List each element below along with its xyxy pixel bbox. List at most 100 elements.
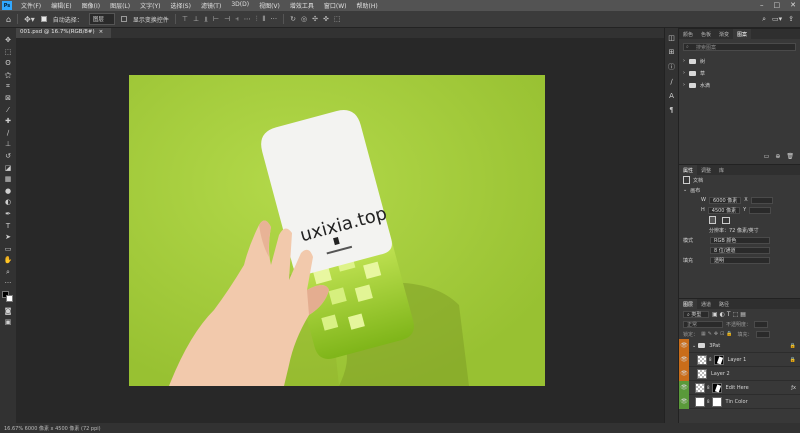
menu-item[interactable]: 增效工具: [285, 1, 319, 10]
distribute-icon[interactable]: ⫶: [256, 15, 258, 24]
tab-adjustments[interactable]: 调整: [697, 165, 715, 175]
layer-row[interactable]: 👁 8 Tin Color: [679, 394, 800, 409]
layer-row[interactable]: 👁 8 Edit Here ƒx: [679, 380, 800, 395]
mode-select[interactable]: RGB 颜色: [710, 236, 770, 244]
menu-item[interactable]: 文件(F): [16, 1, 46, 10]
screen-mode-icon[interactable]: ▣: [5, 318, 12, 326]
dodge-tool-icon[interactable]: ◐: [5, 198, 11, 206]
blend-mode-select[interactable]: 正常: [683, 320, 723, 328]
align-center-icon[interactable]: ⊣: [224, 15, 230, 24]
filter-icons[interactable]: ▣◐T⬚▤: [712, 311, 748, 318]
pattern-group-grass[interactable]: › 草: [679, 67, 800, 79]
marquee-tool-icon[interactable]: ⬚: [5, 48, 12, 56]
3d-slide-icon[interactable]: ✜: [323, 15, 329, 23]
frame-tool-icon[interactable]: ⊠: [5, 94, 11, 102]
new-pattern-icon[interactable]: ⊕: [775, 153, 780, 160]
search-icon[interactable]: ⌕: [762, 15, 766, 24]
more-options-icon[interactable]: ···: [270, 15, 277, 24]
info-panel-icon[interactable]: ⓘ: [668, 62, 675, 72]
y-field[interactable]: [749, 206, 772, 214]
effects-icon[interactable]: ƒx: [791, 385, 796, 391]
tab-swatches[interactable]: 色板: [697, 29, 715, 39]
bit-depth-select[interactable]: 8 位/通道: [710, 246, 770, 254]
align-right-icon[interactable]: ⫞: [235, 15, 239, 24]
3d-drag-icon[interactable]: ✣: [312, 15, 318, 23]
menu-item[interactable]: 视图(V): [254, 1, 285, 10]
character-panel-icon[interactable]: A: [669, 92, 674, 100]
document-canvas[interactable]: uxixia.top: [129, 75, 545, 386]
distribute-icon[interactable]: ⫴: [262, 15, 265, 24]
crop-tool-icon[interactable]: ⌗: [6, 82, 10, 90]
align-top-icon[interactable]: ⊤: [182, 15, 188, 24]
history-brush-icon[interactable]: ↺: [5, 152, 11, 160]
tab-color[interactable]: 颜色: [679, 29, 697, 39]
layer-row[interactable]: 👁 ⌄ 3Pat 🔒: [679, 338, 800, 353]
canvas-area[interactable]: uxixia.top: [16, 38, 664, 423]
align-middle-icon[interactable]: ⊥: [193, 15, 199, 24]
layer-mask-thumbnail[interactable]: [713, 354, 724, 365]
portrait-icon[interactable]: [709, 216, 716, 224]
visibility-eye-icon[interactable]: 👁: [679, 352, 689, 367]
layer-row[interactable]: 👁 Layer 2: [679, 366, 800, 381]
paragraph-panel-icon[interactable]: ¶: [669, 106, 673, 114]
auto-select-checkbox[interactable]: [40, 16, 47, 22]
zoom-tool-icon[interactable]: ⌕: [6, 268, 10, 276]
path-selection-icon[interactable]: ➤: [5, 233, 11, 241]
move-tool-icon[interactable]: ✥▾: [24, 15, 35, 24]
brush-tool-icon[interactable]: ∕: [7, 129, 9, 137]
lock-icons[interactable]: ▦✎✥⊡🔒: [701, 331, 735, 337]
maximize-icon[interactable]: □: [774, 1, 781, 9]
shape-tool-icon[interactable]: ▭: [5, 245, 12, 253]
tab-patterns[interactable]: 图案: [733, 29, 752, 39]
chevron-down-icon[interactable]: ⌄: [692, 343, 696, 349]
blur-tool-icon[interactable]: ●: [5, 187, 11, 195]
tab-gradients[interactable]: 渐变: [715, 29, 733, 39]
delete-icon[interactable]: 🗑: [786, 153, 794, 160]
pattern-group-tree[interactable]: › 树: [679, 55, 800, 67]
height-field[interactable]: 4500 像素: [707, 206, 741, 214]
auto-select-target[interactable]: 图层: [88, 13, 115, 25]
more-tools-icon[interactable]: ···: [5, 279, 12, 287]
visibility-eye-icon[interactable]: 👁: [679, 394, 689, 409]
align-bottom-icon[interactable]: ⫫: [204, 15, 208, 24]
menu-item[interactable]: 图像(I): [77, 1, 105, 10]
close-tab-icon[interactable]: ×: [99, 29, 104, 35]
history-panel-icon[interactable]: ◫: [668, 34, 675, 42]
eyedropper-icon[interactable]: ⁄: [7, 106, 8, 114]
move-tool-icon[interactable]: ✥: [5, 36, 11, 44]
3d-roll-icon[interactable]: ◎: [301, 15, 307, 23]
gradient-tool-icon[interactable]: ▦: [5, 175, 12, 183]
fill-select[interactable]: 透明: [710, 256, 770, 264]
menu-item[interactable]: 帮助(H): [352, 1, 383, 10]
lasso-tool-icon[interactable]: ʘ: [5, 59, 11, 67]
home-icon[interactable]: ⌂: [6, 15, 11, 24]
healing-brush-icon[interactable]: ✚: [5, 117, 11, 125]
layer-mask-thumbnail[interactable]: [711, 396, 722, 407]
menu-item[interactable]: 选择(S): [165, 1, 196, 10]
tab-layers[interactable]: 图层: [679, 299, 698, 309]
x-field[interactable]: [750, 196, 773, 204]
menu-item[interactable]: 文字(Y): [135, 1, 165, 10]
close-icon[interactable]: ✕: [790, 1, 796, 9]
type-tool-icon[interactable]: T: [6, 222, 10, 230]
new-group-icon[interactable]: ▭: [764, 153, 770, 160]
canvas-section[interactable]: ⌄ 画布: [679, 185, 800, 195]
visibility-eye-icon[interactable]: 👁: [679, 338, 689, 353]
tab-libraries[interactable]: 库: [715, 165, 728, 175]
pattern-search-input[interactable]: ⌕ 搜索图案: [683, 43, 796, 51]
eraser-icon[interactable]: ◪: [5, 164, 12, 172]
3d-rotate-icon[interactable]: ↻: [290, 15, 296, 23]
share-icon[interactable]: ⇪: [788, 15, 794, 24]
tab-paths[interactable]: 路径: [715, 299, 733, 309]
width-field[interactable]: 6000 像素: [708, 196, 742, 204]
3d-scale-icon[interactable]: ⬚: [334, 15, 341, 23]
stamp-tool-icon[interactable]: ⊥: [5, 140, 11, 148]
workspace-icon[interactable]: ▭▾: [772, 15, 782, 24]
opacity-field[interactable]: [754, 320, 769, 328]
menu-item[interactable]: 窗口(W): [319, 1, 352, 10]
visibility-eye-icon[interactable]: 👁: [679, 380, 689, 395]
libraries-panel-icon[interactable]: ⊞: [669, 48, 675, 56]
background-color[interactable]: [6, 295, 13, 303]
brush-panel-icon[interactable]: ∕: [670, 78, 672, 86]
magic-wand-icon[interactable]: ⚝: [5, 71, 12, 79]
